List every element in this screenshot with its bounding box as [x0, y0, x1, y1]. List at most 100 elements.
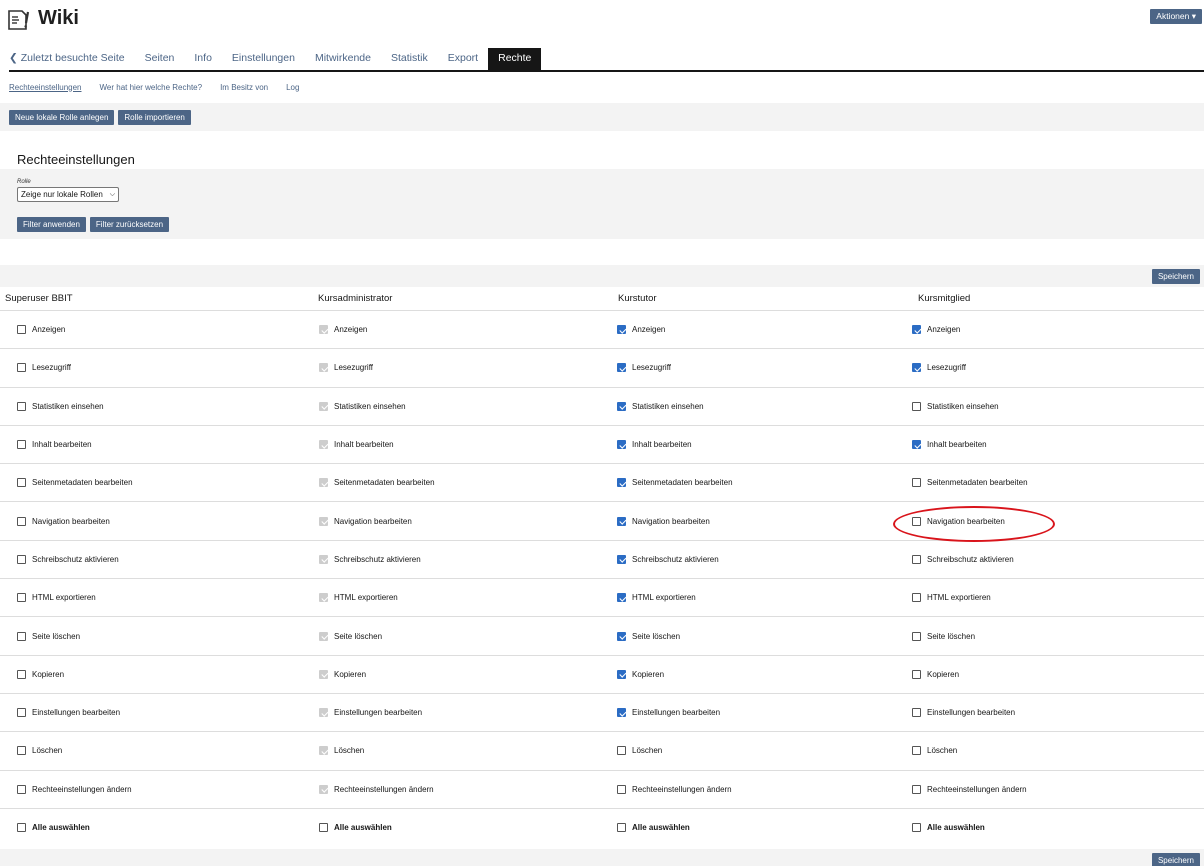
apply-filter-button[interactable]: Filter anwenden [17, 217, 86, 232]
new-local-role-button[interactable]: Neue lokale Rolle anlegen [9, 110, 115, 125]
select-all-course-member[interactable]: Alle auswählen [894, 823, 1204, 833]
subtab-owned-by[interactable]: Im Besitz von [220, 83, 268, 92]
permission-checkbox[interactable] [912, 401, 921, 411]
permission-cell-course-member[interactable]: Seite löschen [894, 631, 1204, 641]
permission-cell-superuser[interactable]: Lesezugriff [0, 363, 298, 373]
select-all-superuser[interactable]: Alle auswählen [0, 823, 298, 833]
permission-cell-course-tutor[interactable]: Kopieren [596, 669, 894, 679]
permission-cell-superuser[interactable]: Anzeigen [0, 325, 298, 335]
permission-cell-course-tutor[interactable]: Navigation bearbeiten [596, 516, 894, 526]
tab-export[interactable]: Export [438, 52, 488, 70]
permission-cell-course-member[interactable]: Rechteeinstellungen ändern [894, 784, 1204, 794]
permission-checkbox[interactable] [17, 401, 26, 411]
permission-cell-course-member[interactable]: Navigation bearbeiten [894, 516, 1204, 526]
permission-checkbox[interactable] [912, 554, 921, 564]
permission-checkbox[interactable] [617, 708, 626, 718]
permission-checkbox[interactable] [912, 478, 921, 488]
permission-cell-course-tutor[interactable]: Anzeigen [596, 325, 894, 335]
subtab-log[interactable]: Log [286, 83, 299, 92]
permission-checkbox[interactable] [912, 593, 921, 603]
save-button-top[interactable]: Speichern [1151, 269, 1200, 284]
select-all-course-admin[interactable]: Alle auswählen [298, 823, 596, 833]
select-all-course-tutor[interactable]: Alle auswählen [596, 823, 894, 833]
permission-cell-course-member[interactable]: Schreibschutz aktivieren [894, 554, 1204, 564]
permission-checkbox[interactable] [617, 325, 626, 335]
permission-cell-superuser[interactable]: Rechteeinstellungen ändern [0, 784, 298, 794]
permission-checkbox[interactable] [17, 325, 26, 335]
permission-checkbox[interactable] [617, 746, 626, 756]
import-role-button[interactable]: Rolle importieren [118, 110, 191, 125]
permission-checkbox[interactable] [17, 440, 26, 450]
reset-filter-button[interactable]: Filter zurücksetzen [89, 217, 170, 232]
permission-checkbox[interactable] [617, 593, 626, 603]
save-button-bottom[interactable]: Speichern [1151, 852, 1200, 866]
permission-cell-course-member[interactable]: Statistiken einsehen [894, 401, 1204, 411]
permission-checkbox[interactable] [617, 363, 626, 373]
permission-cell-superuser[interactable]: Statistiken einsehen [0, 401, 298, 411]
tab-statistik[interactable]: Statistik [381, 52, 438, 70]
permission-checkbox[interactable] [617, 478, 626, 488]
permission-cell-course-tutor[interactable]: Lesezugriff [596, 363, 894, 373]
permission-cell-course-tutor[interactable]: Inhalt bearbeiten [596, 440, 894, 450]
permission-checkbox[interactable] [912, 440, 921, 450]
permission-checkbox[interactable] [17, 554, 26, 564]
permission-cell-course-member[interactable]: Inhalt bearbeiten [894, 440, 1204, 450]
permission-checkbox[interactable] [617, 440, 626, 450]
permission-checkbox[interactable] [912, 631, 921, 641]
permission-cell-superuser[interactable]: Seitenmetadaten bearbeiten [0, 478, 298, 488]
role-filter-select[interactable]: Zeige nur lokale Rollen ⌵ [17, 187, 119, 202]
permission-checkbox[interactable] [17, 631, 26, 641]
subtab-rechteeinstellungen[interactable]: Rechteeinstellungen [9, 83, 82, 92]
tab-seiten[interactable]: Seiten [135, 52, 185, 70]
permission-checkbox[interactable] [17, 669, 26, 679]
permission-checkbox[interactable] [617, 401, 626, 411]
permission-checkbox[interactable] [912, 784, 921, 794]
permission-cell-superuser[interactable]: Löschen [0, 746, 298, 756]
tab-einstellungen[interactable]: Einstellungen [222, 52, 305, 70]
permission-cell-superuser[interactable]: Einstellungen bearbeiten [0, 708, 298, 718]
permission-cell-course-member[interactable]: Einstellungen bearbeiten [894, 708, 1204, 718]
permission-checkbox[interactable] [17, 784, 26, 794]
permission-cell-course-member[interactable]: Kopieren [894, 669, 1204, 679]
permission-cell-course-tutor[interactable]: Seite löschen [596, 631, 894, 641]
tab-mitwirkende[interactable]: Mitwirkende [305, 52, 381, 70]
select-all-checkbox[interactable] [319, 823, 328, 833]
select-all-checkbox[interactable] [912, 823, 921, 833]
tab-back-recent-page[interactable]: ❮ Zuletzt besuchte Seite [9, 52, 135, 70]
permission-checkbox[interactable] [912, 363, 921, 373]
permission-checkbox[interactable] [17, 746, 26, 756]
permission-cell-course-tutor[interactable]: Statistiken einsehen [596, 401, 894, 411]
permission-cell-course-tutor[interactable]: HTML exportieren [596, 593, 894, 603]
permission-checkbox[interactable] [912, 669, 921, 679]
permission-checkbox[interactable] [617, 784, 626, 794]
permission-checkbox[interactable] [17, 363, 26, 373]
permission-checkbox[interactable] [912, 708, 921, 718]
permission-checkbox[interactable] [912, 516, 921, 526]
permission-cell-course-member[interactable]: Löschen [894, 746, 1204, 756]
permission-checkbox[interactable] [17, 708, 26, 718]
permission-cell-superuser[interactable]: Schreibschutz aktivieren [0, 554, 298, 564]
permission-checkbox[interactable] [17, 593, 26, 603]
permission-cell-course-tutor[interactable]: Einstellungen bearbeiten [596, 708, 894, 718]
permission-cell-superuser[interactable]: Seite löschen [0, 631, 298, 641]
permission-cell-course-member[interactable]: Anzeigen [894, 325, 1204, 335]
permission-checkbox[interactable] [912, 746, 921, 756]
permission-cell-superuser[interactable]: Navigation bearbeiten [0, 516, 298, 526]
permission-cell-course-tutor[interactable]: Seitenmetadaten bearbeiten [596, 478, 894, 488]
select-all-checkbox[interactable] [17, 823, 26, 833]
permission-cell-superuser[interactable]: HTML exportieren [0, 593, 298, 603]
permission-cell-course-member[interactable]: HTML exportieren [894, 593, 1204, 603]
permission-checkbox[interactable] [617, 516, 626, 526]
tab-rechte[interactable]: Rechte [488, 48, 542, 70]
permission-cell-course-tutor[interactable]: Rechteeinstellungen ändern [596, 784, 894, 794]
permission-cell-course-tutor[interactable]: Schreibschutz aktivieren [596, 554, 894, 564]
permission-checkbox[interactable] [912, 325, 921, 335]
permission-cell-superuser[interactable]: Inhalt bearbeiten [0, 440, 298, 450]
select-all-checkbox[interactable] [617, 823, 626, 833]
permission-cell-course-member[interactable]: Seitenmetadaten bearbeiten [894, 478, 1204, 488]
permission-cell-superuser[interactable]: Kopieren [0, 669, 298, 679]
subtab-who-has-rights[interactable]: Wer hat hier welche Rechte? [100, 83, 203, 92]
permission-checkbox[interactable] [617, 631, 626, 641]
permission-checkbox[interactable] [17, 478, 26, 488]
tab-info[interactable]: Info [184, 52, 222, 70]
